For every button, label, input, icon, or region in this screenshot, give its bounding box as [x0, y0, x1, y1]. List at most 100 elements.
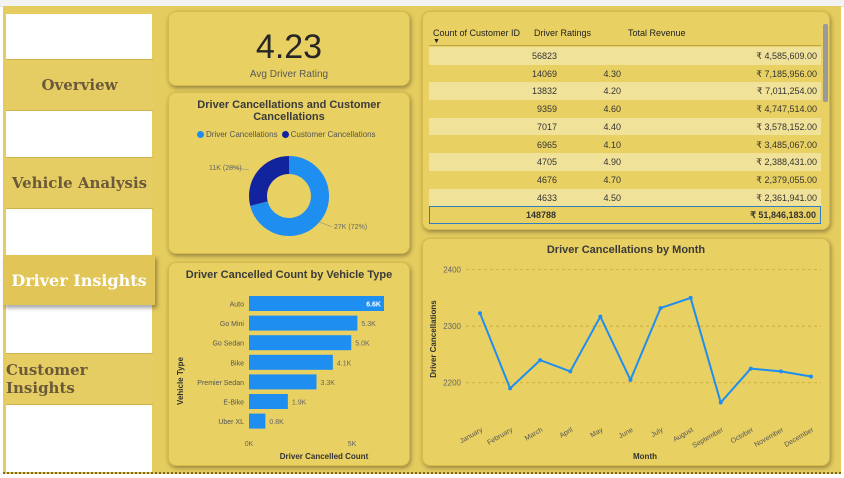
line-ytick: 2300 — [443, 322, 461, 331]
donut-card: Driver Cancellations and Customer Cancel… — [168, 92, 410, 254]
table-row[interactable]: 4705 4.90 ₹ 2,388,431.00 — [429, 153, 821, 171]
line-point-october[interactable] — [748, 366, 753, 371]
sort-desc-icon[interactable]: ▼ — [433, 38, 440, 45]
nav-label: Vehicle Analysis — [11, 174, 148, 192]
total-count: 148788 — [525, 210, 556, 220]
cell-count: 7017 — [536, 121, 557, 132]
line-xtick: May — [589, 426, 604, 439]
nav-button-overview[interactable]: Overview — [6, 59, 153, 111]
cell-revenue: ₹ 4,747,514.00 — [756, 104, 817, 115]
cell-count: 9359 — [536, 104, 557, 115]
bar-xlabel: Driver Cancelled Count — [280, 452, 369, 461]
table-scrollbar[interactable] — [823, 24, 828, 102]
table-row[interactable]: 4676 4.70 ₹ 2,379,055.00 — [429, 170, 821, 189]
line-xtick: December — [784, 426, 816, 449]
cell-rating: 4.10 — [603, 139, 621, 150]
table-row[interactable]: 14069 4.30 ₹ 7,185,956.00 — [429, 64, 821, 83]
table-row[interactable]: 6965 4.10 ₹ 3,485,067.00 — [429, 135, 821, 154]
bar-premier-sedan[interactable] — [249, 374, 317, 390]
line-xtick: August — [672, 427, 694, 444]
nav-button-driver-insights[interactable]: Driver Insights — [3, 255, 155, 305]
table-row[interactable]: 7017 4.40 ₹ 3,578,152.00 — [429, 117, 821, 136]
line-point-november[interactable] — [778, 369, 783, 374]
line-xtick: January — [459, 426, 484, 445]
kpi-card: 4.23 Avg Driver Rating — [168, 11, 410, 86]
total-revenue: ₹ 51,846,183.00 — [750, 210, 816, 220]
bar-value-label: 4.1K — [337, 360, 352, 367]
bar-e-bike[interactable] — [249, 394, 288, 409]
leader-line-driver — [316, 220, 333, 228]
bar-value-label: 5.0K — [355, 341, 370, 348]
bar-category-label: E-Bike — [223, 400, 244, 407]
data-table: Count of Customer ID ▼ Driver Ratings To… — [429, 22, 821, 224]
line-point-june[interactable] — [628, 377, 633, 382]
line-point-may[interactable] — [598, 314, 603, 319]
cell-count: 4676 — [536, 174, 557, 185]
cell-revenue: ₹ 7,011,254.00 — [756, 86, 817, 97]
line-xtick: March — [524, 427, 544, 443]
line-ylabel: Driver Cancellations — [429, 300, 438, 378]
nav-label: Customer Insights — [6, 361, 88, 397]
table-row[interactable]: 9359 4.60 ₹ 4,747,514.00 — [429, 100, 821, 118]
line-point-july[interactable] — [658, 306, 663, 311]
bar-go-mini[interactable] — [249, 315, 358, 331]
cell-count: 13832 — [531, 86, 557, 97]
cell-revenue: ₹ 2,379,055.00 — [756, 174, 817, 185]
line-point-january[interactable] — [478, 311, 482, 316]
cell-revenue: ₹ 2,388,431.00 — [756, 157, 817, 168]
line-xtick: February — [486, 426, 514, 446]
line-point-august[interactable] — [688, 295, 693, 300]
line-point-april[interactable] — [568, 369, 573, 374]
donut-slice-customer[interactable] — [249, 156, 290, 206]
cell-count: 4633 — [536, 192, 557, 203]
kpi-value: 4.23 — [255, 28, 323, 66]
line-xtick: June — [618, 427, 635, 441]
cell-rating: 4.50 — [603, 192, 621, 203]
cell-revenue: ₹ 2,361,941.00 — [756, 192, 817, 203]
header-ratings[interactable]: Driver Ratings — [534, 28, 591, 38]
bar-ylabel: Vehicle Type — [176, 357, 185, 405]
bar-uber-xl[interactable] — [249, 413, 266, 429]
cell-revenue: ₹ 3,578,152.00 — [756, 121, 817, 132]
nav-label: Overview — [41, 76, 118, 94]
kpi-label: Avg Driver Rating — [249, 69, 329, 80]
table-row[interactable]: 13832 4.20 ₹ 7,011,254.00 — [429, 82, 821, 101]
cell-rating: 4.70 — [603, 174, 621, 185]
line-point-february[interactable] — [508, 386, 513, 391]
cell-rating: 4.40 — [603, 121, 621, 132]
line-xtick: September — [692, 426, 726, 450]
nav-button-vehicle-analysis[interactable]: Vehicle Analysis — [6, 157, 153, 209]
bar-category-label: Go Sedan — [212, 341, 244, 348]
bar-value-label: 5.3K — [361, 321, 376, 328]
cell-rating: 4.90 — [603, 157, 621, 168]
line-point-march[interactable] — [538, 358, 543, 363]
bar-category-label: Auto — [230, 302, 245, 309]
nav-label: Driver Insights — [11, 270, 147, 290]
table-row[interactable]: 56823 ₹ 4,585,609.00 — [429, 47, 821, 65]
donut-label-driver: 27K (72%) — [334, 224, 367, 231]
table-header: Count of Customer ID ▼ Driver Ratings To… — [429, 22, 821, 46]
header-count[interactable]: Count of Customer ID — [433, 28, 520, 38]
line-series[interactable] — [479, 296, 812, 405]
bar-chart: Vehicle Type Driver Cancelled Count 0K 5… — [176, 296, 384, 461]
line-card: Driver Cancellations by Month Driver Can… — [422, 238, 830, 466]
bar-value-label: 0.8K — [269, 419, 284, 426]
table-total-row: 148788 ₹ 51,846,183.00 — [429, 206, 821, 224]
bar-bike[interactable] — [249, 354, 333, 370]
bar-value-label: 6.6K — [366, 302, 381, 309]
line-point-december[interactable] — [809, 374, 813, 379]
cell-revenue: ₹ 3,485,067.00 — [756, 139, 817, 150]
bar-auto[interactable] — [249, 296, 384, 311]
line-point-september[interactable] — [718, 400, 723, 405]
line-ytick: 2400 — [443, 266, 461, 275]
bar-xtick-0: 0K — [245, 441, 254, 448]
cell-rating: 4.20 — [603, 86, 621, 97]
donut-chart: 11K (28%) 27K (72%) — [209, 156, 367, 236]
line-xtick: April — [559, 426, 575, 439]
table-row[interactable]: 4633 4.50 ₹ 2,361,941.00 — [429, 188, 821, 207]
nav-button-customer-insights[interactable]: Customer Insights — [6, 353, 153, 405]
header-revenue[interactable]: Total Revenue — [628, 28, 686, 38]
bar-xtick-1: 5K — [348, 441, 357, 448]
cell-rating: 4.30 — [603, 68, 621, 79]
bar-go-sedan[interactable] — [249, 335, 352, 351]
